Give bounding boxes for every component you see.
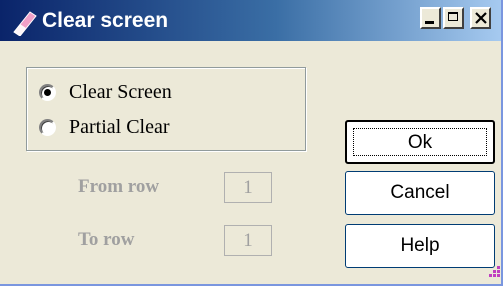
close-icon: [475, 12, 487, 24]
window-title: Clear screen: [42, 9, 169, 32]
eraser-icon: [13, 11, 37, 36]
ok-button-label: Ok: [407, 132, 433, 153]
clear-screen-dialog: Clear screen Clear Screen Partial Clear …: [0, 0, 503, 286]
help-button[interactable]: Help: [345, 224, 495, 268]
radio-button-selected[interactable]: [39, 84, 56, 101]
ok-button[interactable]: Ok: [345, 120, 495, 164]
to-row-input: 1: [224, 225, 272, 256]
radio-button[interactable]: [39, 119, 56, 136]
clear-mode-group: Clear Screen Partial Clear: [26, 67, 306, 151]
from-row-input: 1: [224, 172, 272, 203]
close-button[interactable]: [470, 7, 491, 29]
cancel-button[interactable]: Cancel: [345, 171, 495, 215]
maximize-button[interactable]: [443, 7, 464, 29]
to-row-label: To row: [78, 229, 135, 250]
radio-label: Partial Clear: [69, 116, 170, 138]
minimize-icon: [425, 21, 434, 24]
title-bar[interactable]: Clear screen: [0, 0, 501, 41]
minimize-button[interactable]: [420, 7, 441, 29]
resize-grip-icon[interactable]: [488, 265, 501, 278]
radio-label: Clear Screen: [69, 81, 172, 103]
maximize-icon: [448, 12, 458, 21]
from-row-label: From row: [78, 176, 160, 197]
